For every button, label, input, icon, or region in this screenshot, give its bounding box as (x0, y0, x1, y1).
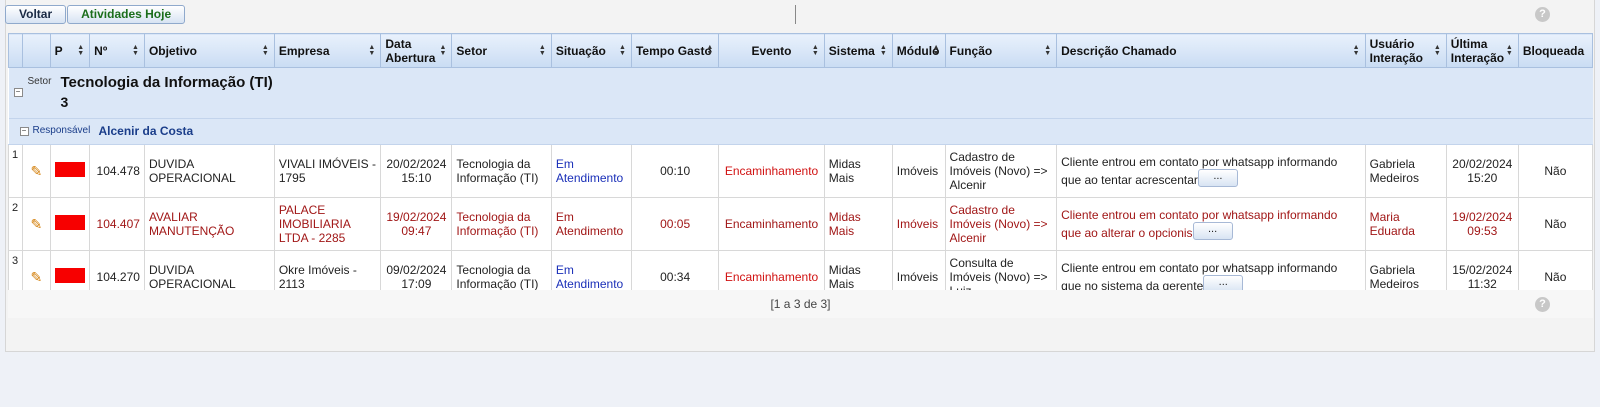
situacao: Em Atendimento (550, 197, 632, 251)
sort-icon[interactable]: ▲ ▼ (706, 44, 713, 57)
objetivo: AVALIAR MANUTENÇÃO (143, 197, 275, 251)
header-situacao[interactable]: Situação ▲ ▼ (550, 33, 632, 68)
sort-icon[interactable]: ▲ ▼ (880, 44, 887, 57)
sort-icon[interactable]: ▲ ▼ (1044, 44, 1051, 57)
header-index (7, 33, 24, 68)
group-row-responsavel: − Responsável Alcenir da Costa (8, 118, 1593, 145)
bloqueada: Não (1517, 144, 1594, 198)
header-data-abertura[interactable]: Data Abertura ▲ ▼ (380, 33, 453, 68)
modulo: Imóveis (891, 144, 946, 198)
collapse-icon[interactable]: − (13, 88, 23, 97)
pencil-icon[interactable]: ✎ (22, 197, 51, 251)
funcao: Cadastro de Imóveis (Novo) => Alcenir (944, 197, 1058, 251)
grid-header: P ▲ ▼ Nº ▲ ▼ Objetivo ▲ ▼ Empresa ▲ ▼ Data Abert… (7, 33, 1594, 68)
help-icon[interactable]: ? (1535, 297, 1550, 312)
toolbar: Voltar Atividades Hoje (5, 5, 186, 25)
ultima-interacao: 19/02/2024 09:53 (1445, 197, 1519, 251)
row-index: 2 (7, 197, 24, 251)
header-sistema[interactable]: Sistema ▲ ▼ (823, 33, 893, 68)
data-abertura: 19/02/2024 09:47 (380, 197, 453, 251)
sistema: Midas Mais (823, 197, 893, 251)
pager: [1 a 3 de 3] (8, 290, 1593, 318)
sistema: Midas Mais (823, 144, 893, 198)
sort-icon[interactable]: ▲ ▼ (77, 44, 84, 57)
header-priority[interactable]: P ▲ ▼ (49, 33, 91, 68)
sort-icon[interactable]: ▲ ▼ (933, 44, 940, 57)
sort-icon[interactable]: ▲ ▼ (1506, 44, 1513, 57)
help-icon[interactable]: ? (1535, 7, 1550, 22)
ticket-number[interactable]: 104.478 (89, 144, 145, 198)
priority-indicator (49, 144, 91, 198)
header-evento[interactable]: Evento ▲ ▼ (718, 33, 825, 68)
sort-icon[interactable]: ▲ ▼ (812, 44, 819, 57)
priority-indicator (49, 197, 91, 251)
row-index: 1 (7, 144, 24, 198)
header-empresa[interactable]: Empresa ▲ ▼ (273, 33, 382, 68)
descricao-text: Cliente entrou em contato por whatsapp i… (1061, 261, 1338, 293)
objetivo: DUVIDA OPERACIONAL (143, 144, 275, 198)
activities-grid: P ▲ ▼ Nº ▲ ▼ Objetivo ▲ ▼ Empresa ▲ ▼ Data Abert… (7, 33, 1594, 304)
header-edit (22, 33, 51, 68)
header-descricao[interactable]: Descrição Chamado ▲ ▼ (1056, 33, 1366, 68)
collapse-icon[interactable]: − (19, 127, 29, 136)
header-ultima-interacao[interactable]: Última Interação ▲ ▼ (1445, 33, 1519, 68)
evento: Encaminhamento (718, 144, 825, 198)
sort-icon[interactable]: ▲ ▼ (439, 44, 446, 57)
group-count: 3 (60, 94, 69, 110)
usuario-interacao: Gabriela Medeiros (1364, 144, 1447, 198)
header-funcao[interactable]: Função ▲ ▼ (944, 33, 1058, 68)
funcao: Cadastro de Imóveis (Novo) => Alcenir (944, 144, 1058, 198)
group-label: Responsável (32, 125, 91, 136)
sort-icon[interactable]: ▲ ▼ (1434, 44, 1441, 57)
table-row[interactable]: 2 ✎ 104.407 AVALIAR MANUTENÇÃO PALACE IM… (7, 197, 1594, 251)
sort-icon[interactable]: ▲ ▼ (262, 44, 269, 57)
empresa: PALACE IMOBILIARIA LTDA - 2285 (273, 197, 382, 251)
header-usuario-interacao[interactable]: Usuário Interação ▲ ▼ (1364, 33, 1447, 68)
header-modulo[interactable]: Módulo ▲ ▼ (891, 33, 946, 68)
group-label: Setor (27, 76, 52, 87)
bloqueada: Não (1517, 197, 1594, 251)
sort-icon[interactable]: ▲ ▼ (1353, 44, 1360, 57)
sort-icon[interactable]: ▲ ▼ (539, 44, 546, 57)
header-tempo-gasto[interactable]: Tempo Gasto ▲ ▼ (630, 33, 720, 68)
ultima-interacao: 20/02/2024 15:20 (1445, 144, 1519, 198)
header-objetivo[interactable]: Objetivo ▲ ▼ (143, 33, 275, 68)
pencil-icon[interactable]: ✎ (22, 144, 51, 198)
back-button[interactable]: Voltar (5, 5, 67, 24)
usuario-interacao: Maria Eduarda (1364, 197, 1447, 251)
data-abertura: 20/02/2024 15:10 (380, 144, 453, 198)
group-value: Tecnologia da Informação (TI) (60, 74, 273, 91)
tempo-gasto: 00:10 (630, 144, 720, 198)
today-activities-button[interactable]: Atividades Hoje (67, 5, 186, 24)
sort-icon[interactable]: ▲ ▼ (619, 44, 626, 57)
header-number[interactable]: Nº ▲ ▼ (89, 33, 145, 68)
group-row-setor: − Setor Tecnologia da Informação (TI) 3 (8, 67, 1593, 119)
descricao: Cliente entrou em contato por whatsapp i… (1056, 197, 1366, 251)
sort-icon[interactable]: ▲ ▼ (368, 44, 375, 57)
setor: Tecnologia da Informação (TI) (451, 144, 552, 198)
header-bloqueada[interactable]: Bloqueada (1517, 33, 1594, 68)
more-button[interactable]: ... (1197, 169, 1238, 187)
table-row[interactable]: 1 ✎ 104.478 DUVIDA OPERACIONAL VIVALI IM… (7, 144, 1594, 198)
setor: Tecnologia da Informação (TI) (451, 197, 552, 251)
descricao: Cliente entrou em contato por whatsapp i… (1056, 144, 1366, 198)
modulo: Imóveis (891, 197, 946, 251)
tempo-gasto: 00:05 (630, 197, 720, 251)
toolbar-separator (795, 5, 796, 24)
more-button[interactable]: ... (1192, 222, 1233, 240)
evento: Encaminhamento (718, 197, 825, 251)
sort-icon[interactable]: ▲ ▼ (132, 44, 139, 57)
header-setor[interactable]: Setor ▲ ▼ (451, 33, 552, 68)
empresa: VIVALI IMÓVEIS - 1795 (273, 144, 382, 198)
ticket-number[interactable]: 104.407 (89, 197, 145, 251)
situacao: Em Atendimento (550, 144, 632, 198)
group-value: Alcenir da Costa (98, 124, 194, 138)
